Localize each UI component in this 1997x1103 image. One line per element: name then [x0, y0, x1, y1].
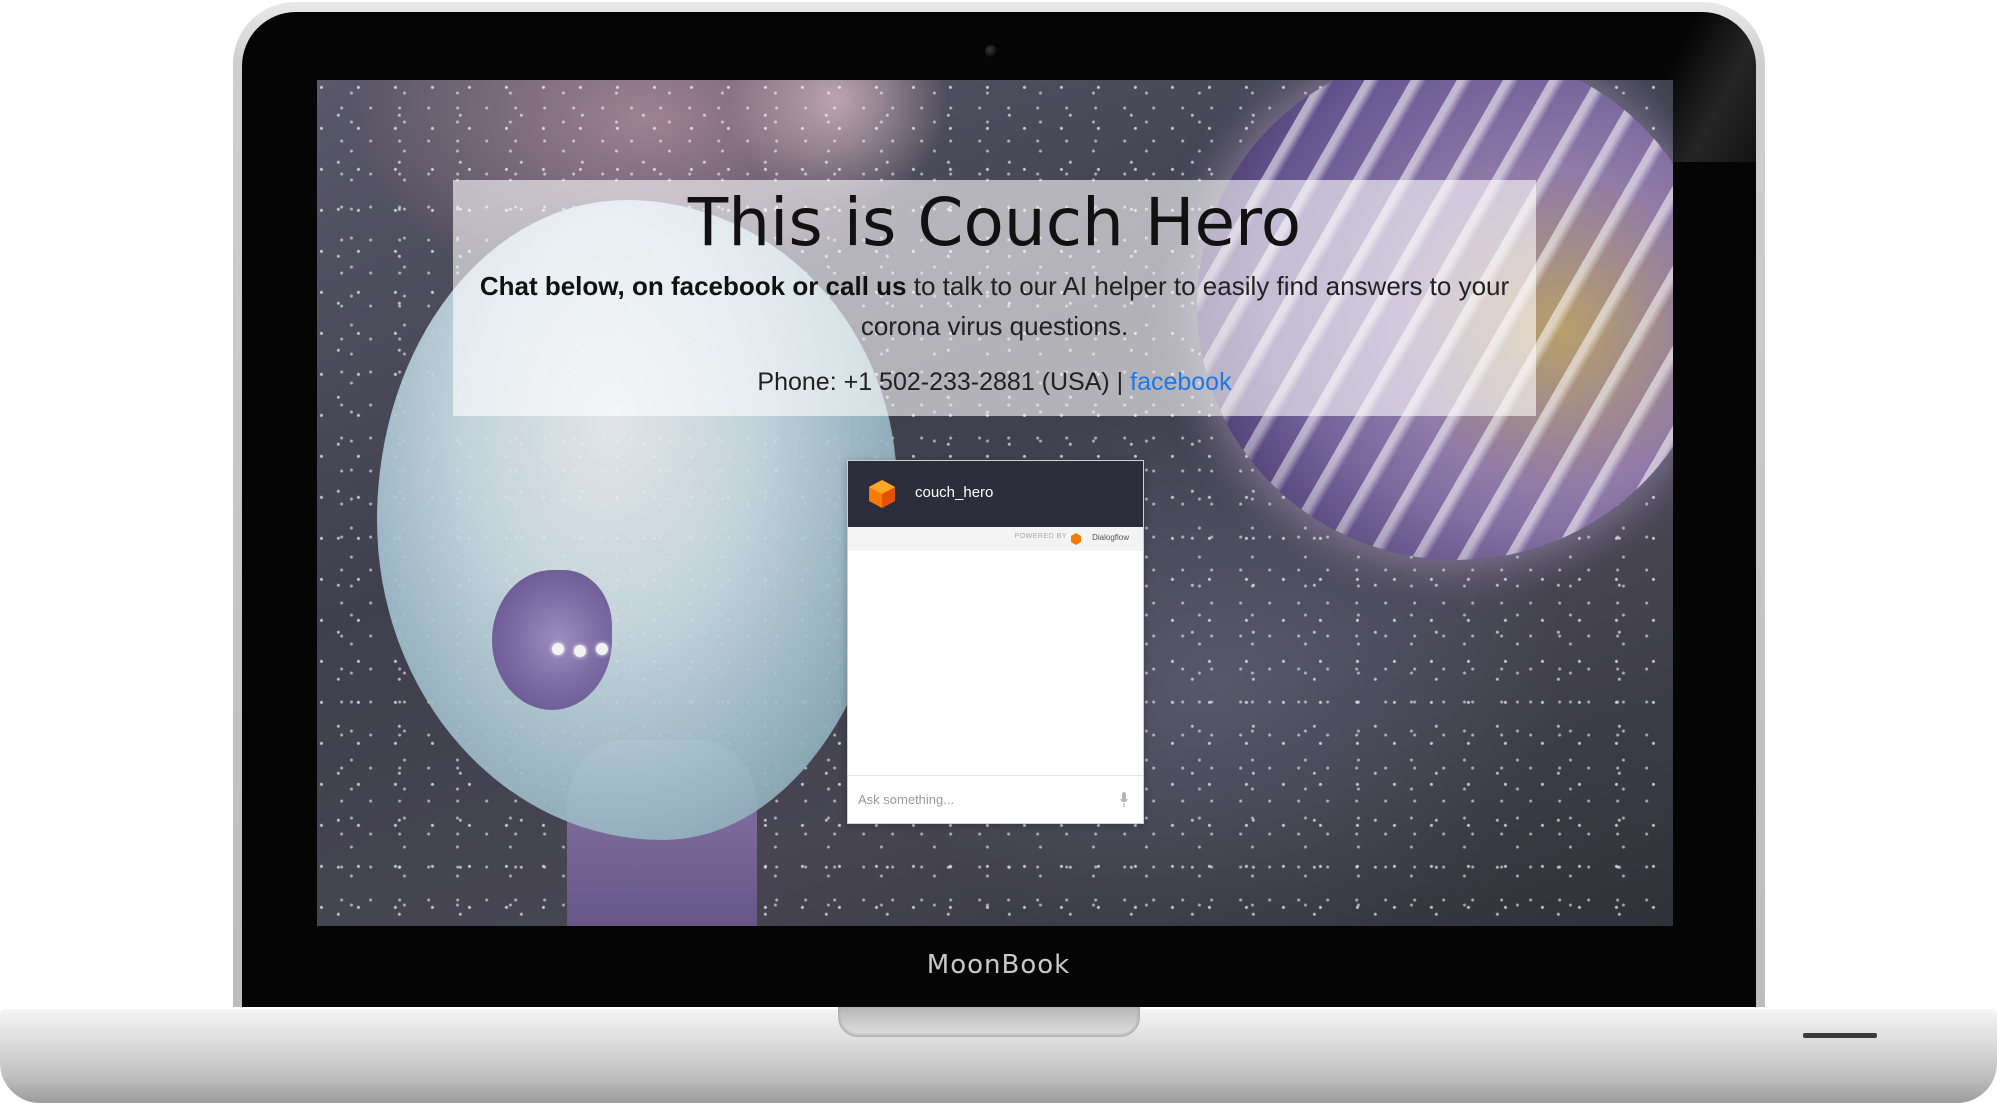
hero-subtitle: Chat below, on facebook or call us to ta…	[473, 266, 1516, 346]
hero-subtitle-bold: Chat below, on facebook or call us	[479, 271, 907, 301]
dialogflow-small-icon	[1071, 533, 1081, 545]
camera-icon	[985, 45, 997, 57]
earring	[552, 643, 564, 655]
laptop-base-notch	[838, 1007, 1140, 1037]
powered-by-label: POWERED BY	[1014, 533, 1067, 540]
earring	[574, 645, 586, 657]
hero-panel: This is Couch Hero Chat below, on facebo…	[453, 180, 1536, 416]
facebook-link[interactable]: facebook	[1130, 368, 1231, 396]
laptop-brand-label: MoonBook	[926, 950, 1071, 980]
hero-subtitle-text: to talk to our AI helper to easily find …	[860, 271, 1510, 341]
chat-agent-name: couch_hero	[915, 484, 994, 501]
chat-header: couch_hero	[848, 461, 1143, 527]
provider-name: Dialogflow	[1092, 533, 1129, 542]
powered-by-bar: POWERED BY Dialogflow	[848, 527, 1143, 551]
earring	[596, 643, 608, 655]
chat-messages-area	[848, 551, 1143, 775]
chat-widget: couch_hero POWERED BY Dialogflow	[847, 460, 1144, 824]
page-title: This is Couch Hero	[687, 184, 1302, 261]
contact-line: Phone: +1 502-233-2881 (USA) | facebook	[453, 362, 1536, 402]
laptop-base-slot	[1803, 1033, 1877, 1038]
dialogflow-logo-icon	[869, 480, 895, 508]
phone-text: Phone: +1 502-233-2881 (USA) |	[757, 368, 1131, 396]
microphone-icon[interactable]	[1119, 791, 1129, 809]
alien-ear-illustration	[492, 570, 612, 710]
chat-input-bar	[848, 775, 1143, 823]
screen: This is Couch Hero Chat below, on facebo…	[317, 80, 1673, 926]
chat-input[interactable]	[858, 786, 1098, 812]
